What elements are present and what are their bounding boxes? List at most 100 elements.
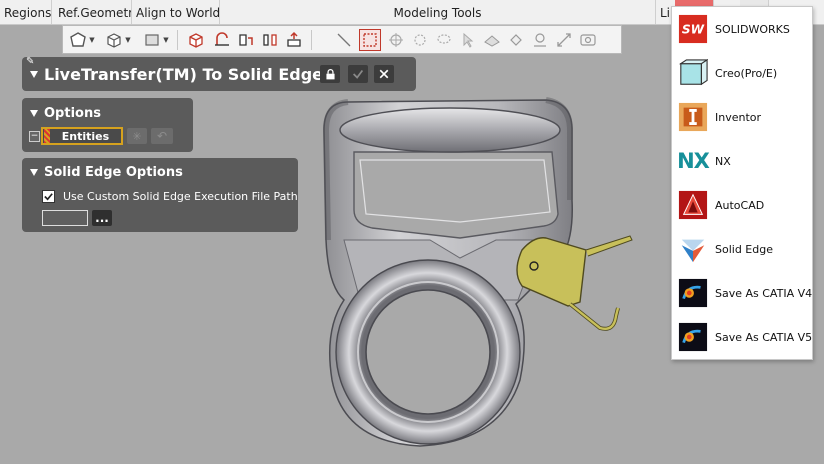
fill-tool-button[interactable]: [505, 29, 527, 51]
execution-path-input[interactable]: [42, 210, 88, 226]
mirror-tool-button[interactable]: [259, 29, 281, 51]
catia-v4-icon: [677, 277, 709, 309]
menu-item-label: Save As CATIA V5: [715, 330, 813, 344]
menu-item-autocad[interactable]: AutoCAD: [672, 188, 812, 222]
menu-item-label: AutoCAD: [715, 198, 765, 212]
lasso-icon: [437, 34, 451, 44]
ribbon-group-modeling-tools[interactable]: Modeling Tools: [220, 0, 656, 24]
surface-icon: [484, 35, 500, 47]
red-box-tool-button[interactable]: [185, 29, 207, 51]
export-target-menu: SW SOLIDWORKS Creo(Pro/E) Inventor NX NX…: [671, 6, 813, 360]
menu-item-label: Save As CATIA V4: [715, 286, 813, 300]
collapse-box-icon[interactable]: −: [29, 131, 40, 142]
cancel-button[interactable]: [374, 65, 394, 83]
lasso-tool-button[interactable]: [433, 29, 455, 51]
polygon-tool-button[interactable]: [67, 29, 89, 51]
chevron-down-icon: ▼: [163, 36, 169, 44]
fill-icon: [510, 34, 522, 46]
chevron-down-icon: ▼: [125, 36, 131, 44]
move-arrows-icon: [557, 33, 571, 47]
box-tool-button[interactable]: [103, 29, 125, 51]
menu-item-label: SOLIDWORKS: [715, 22, 790, 36]
menu-item-creo[interactable]: Creo(Pro/E): [672, 56, 812, 90]
view-tool-button[interactable]: [577, 29, 599, 51]
surface-tool-button[interactable]: [481, 29, 503, 51]
menu-item-catia-v4[interactable]: Save As CATIA V4: [672, 276, 812, 310]
line-icon: [337, 33, 351, 47]
rotate-tool-button[interactable]: [211, 29, 233, 51]
rotate-icon: [215, 32, 229, 46]
nx-icon: NX: [677, 149, 710, 173]
measure-tool-button[interactable]: [529, 29, 551, 51]
entities-selector[interactable]: Entities: [41, 127, 123, 145]
options-panel: Options − Entities ✳ ↶: [22, 98, 193, 152]
chevron-down-icon: ▼: [89, 36, 95, 44]
livetransfer-panel: ✎ LiveTransfer(TM) To Solid Edge: [22, 56, 416, 91]
collapse-triangle-icon[interactable]: [30, 110, 38, 117]
menu-item-solidworks[interactable]: SW SOLIDWORKS: [672, 12, 812, 46]
menu-item-nx[interactable]: NX NX: [672, 144, 812, 178]
entities-label: Entities: [61, 129, 110, 143]
modeling-toolbar: ▼ ▼ ▼: [62, 25, 622, 54]
ribbon-group-ref-geometry[interactable]: Ref.Geometry: [52, 0, 132, 24]
custom-path-label: Use Custom Solid Edge Execution File Pat…: [63, 190, 298, 203]
panel-title: LiveTransfer(TM) To Solid Edge: [44, 65, 323, 84]
plane-tool-button[interactable]: [141, 29, 163, 51]
ribbon-group-align-to-world[interactable]: Align to World: [132, 0, 220, 24]
polygon-dropdown[interactable]: ▼: [87, 29, 97, 51]
move-tool-button[interactable]: [553, 29, 575, 51]
menu-item-label: Creo(Pro/E): [715, 66, 778, 80]
options-title-row: Options: [30, 106, 101, 121]
browse-button[interactable]: ...: [92, 210, 112, 226]
entity-filter-button[interactable]: ✳: [127, 128, 147, 144]
menu-item-catia-v5[interactable]: Save As CATIA V5: [672, 320, 812, 354]
solid-edge-options-panel: Solid Edge Options Use Custom Solid Edge…: [22, 158, 298, 232]
polygon-icon: [70, 32, 86, 47]
bracket-part[interactable]: [516, 235, 633, 331]
select-box-icon: [363, 33, 377, 47]
inventor-icon: [677, 101, 709, 133]
plane-dropdown[interactable]: ▼: [161, 29, 171, 51]
catia-v5-icon: [677, 321, 709, 353]
se-options-title-row: Solid Edge Options: [30, 165, 183, 180]
ribbon-group-regions[interactable]: Regions: [0, 0, 52, 24]
pick-tool-button[interactable]: [457, 29, 479, 51]
plane-icon: [145, 34, 159, 46]
menu-item-solid-edge[interactable]: Solid Edge: [672, 232, 812, 266]
toolbar-divider: [177, 30, 178, 50]
cube-icon: [107, 33, 121, 48]
autocad-icon: [677, 189, 709, 221]
red-cube-icon: [189, 33, 203, 48]
line-tool-button[interactable]: [333, 29, 355, 51]
extrude-tool-button[interactable]: [283, 29, 305, 51]
toolbar-divider: [311, 30, 312, 50]
select-box-tool-button[interactable]: [359, 29, 381, 51]
box-dropdown[interactable]: ▼: [123, 29, 133, 51]
menu-item-label: NX: [715, 154, 731, 168]
solid-edge-icon: [677, 233, 709, 265]
menu-item-label: Solid Edge: [715, 242, 773, 256]
collapse-triangle-icon[interactable]: [30, 169, 38, 176]
livetransfer-title-row: LiveTransfer(TM) To Solid Edge: [30, 65, 323, 84]
collapse-triangle-icon[interactable]: [30, 71, 38, 78]
extrude-icon: [287, 31, 301, 47]
lock-button[interactable]: [320, 65, 340, 83]
cad-part-viewport[interactable]: [300, 90, 640, 460]
point-tool-button[interactable]: [385, 29, 407, 51]
solidworks-icon: SW: [677, 13, 709, 45]
menu-item-label: Inventor: [715, 110, 762, 124]
measure-icon: [534, 33, 546, 47]
crosshair-icon: [389, 33, 403, 47]
close-icon: [379, 69, 389, 79]
undo-button[interactable]: ↶: [151, 128, 173, 144]
creo-icon: [677, 57, 709, 89]
menu-item-inventor[interactable]: Inventor: [672, 100, 812, 134]
ok-button[interactable]: [348, 65, 368, 83]
point-add-icon: [414, 34, 426, 46]
point-add-tool-button[interactable]: [409, 29, 431, 51]
se-options-title: Solid Edge Options: [44, 165, 183, 180]
mirror-icon: [263, 34, 277, 46]
undo-icon: ↶: [156, 129, 168, 143]
flip-tool-button[interactable]: [235, 29, 257, 51]
custom-path-checkbox[interactable]: [42, 190, 55, 203]
